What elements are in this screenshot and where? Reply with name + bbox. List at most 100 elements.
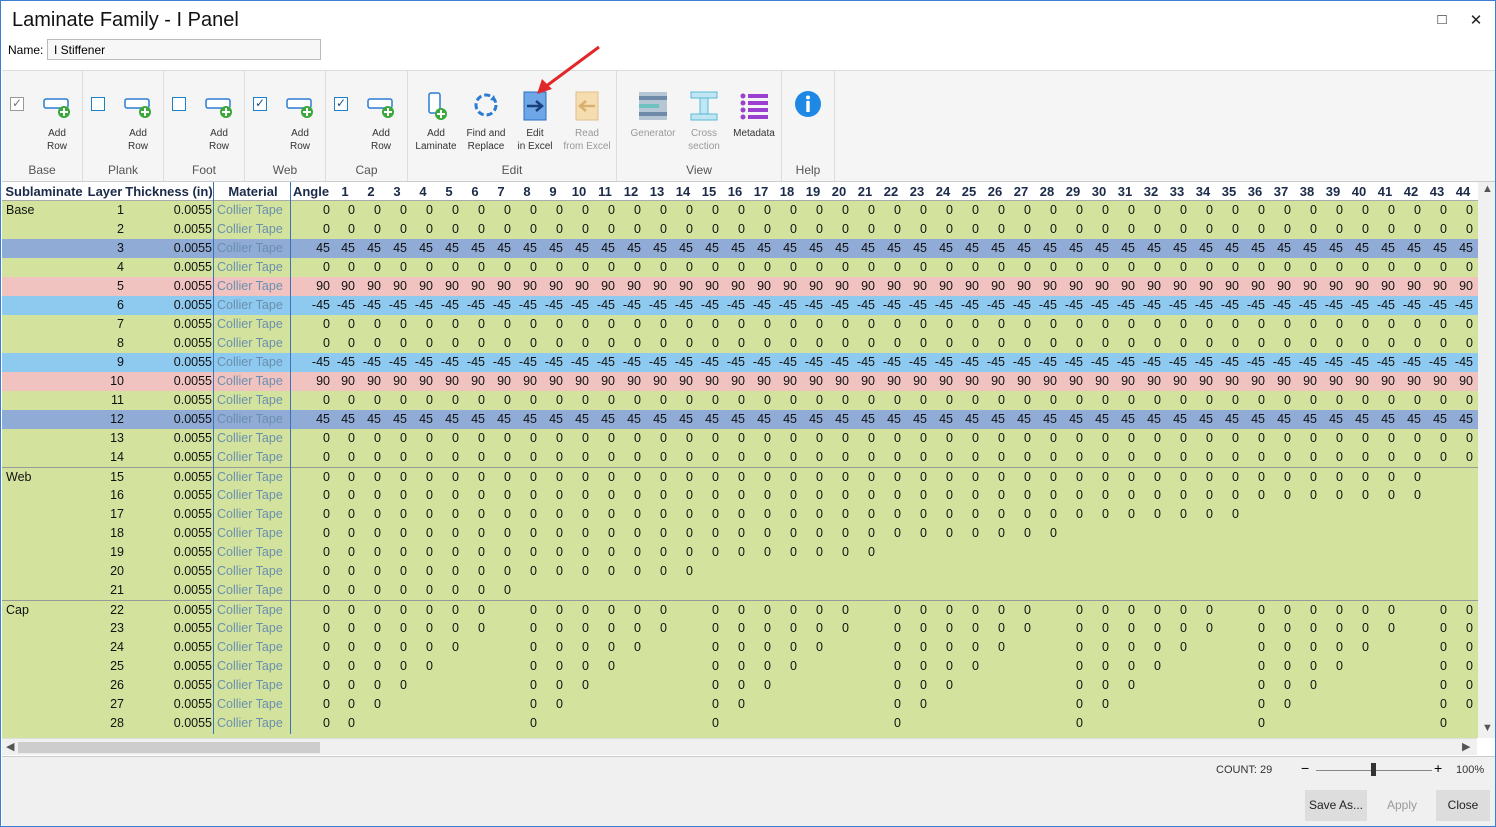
header-ply-36[interactable]: 36 <box>1242 182 1268 201</box>
ply-cell[interactable]: 45 <box>800 410 823 429</box>
ply-cell[interactable]: 0 <box>1242 676 1265 695</box>
header-ply-25[interactable]: 25 <box>956 182 982 201</box>
ply-cell[interactable]: 0 <box>878 334 901 353</box>
material-cell[interactable]: Collier Tape <box>217 410 292 429</box>
angle-cell[interactable]: 0 <box>292 391 330 410</box>
ply-cell[interactable]: -45 <box>696 296 719 315</box>
ply-cell[interactable]: 0 <box>1242 448 1265 467</box>
ply-cell[interactable]: 45 <box>644 239 667 258</box>
ply-cell[interactable]: 90 <box>722 277 745 296</box>
ply-cell[interactable]: 0 <box>1190 391 1213 410</box>
ply-cell[interactable]: 0 <box>1164 201 1187 220</box>
ply-cell[interactable]: 45 <box>826 239 849 258</box>
ply-cell[interactable]: 0 <box>566 486 589 505</box>
ply-cell[interactable]: 45 <box>1424 410 1447 429</box>
ply-cell[interactable]: 0 <box>722 429 745 448</box>
ply-cell[interactable]: 0 <box>1294 638 1317 657</box>
ply-cell[interactable]: 0 <box>1164 619 1187 638</box>
ply-cell[interactable]: 0 <box>826 619 849 638</box>
ply-cell[interactable]: 0 <box>1450 676 1473 695</box>
ply-cell[interactable]: 0 <box>1008 468 1031 487</box>
angle-cell[interactable]: 0 <box>292 505 330 524</box>
ply-cell[interactable]: 90 <box>1216 372 1239 391</box>
angle-cell[interactable]: -45 <box>292 353 330 372</box>
header-ply-11[interactable]: 11 <box>592 182 618 201</box>
ply-cell[interactable]: 45 <box>982 410 1005 429</box>
ply-cell[interactable]: 90 <box>514 372 537 391</box>
ply-cell[interactable]: 0 <box>852 315 875 334</box>
ply-cell[interactable]: 0 <box>852 258 875 277</box>
ply-cell[interactable]: -45 <box>1112 296 1135 315</box>
ply-cell[interactable]: 0 <box>904 220 927 239</box>
ply-cell[interactable]: 0 <box>1008 486 1031 505</box>
sublaminate-cell[interactable]: Web <box>6 468 86 487</box>
ply-cell[interactable]: 0 <box>722 258 745 277</box>
ply-cell[interactable]: 90 <box>1372 277 1395 296</box>
header-ply-37[interactable]: 37 <box>1268 182 1294 201</box>
ply-cell[interactable]: 0 <box>462 601 485 620</box>
ply-cell[interactable]: 0 <box>1320 601 1343 620</box>
ply-cell[interactable]: 0 <box>696 448 719 467</box>
ply-cell[interactable]: 0 <box>696 619 719 638</box>
ply-cell[interactable]: 0 <box>1164 391 1187 410</box>
base-add-row-button[interactable]: Add Row <box>29 91 85 153</box>
ply-cell[interactable]: 0 <box>1138 201 1161 220</box>
ply-cell[interactable]: 0 <box>982 315 1005 334</box>
ply-cell[interactable]: -45 <box>1008 296 1031 315</box>
ply-cell[interactable]: 0 <box>384 391 407 410</box>
thickness-cell[interactable]: 0.0055 <box>124 562 212 581</box>
ply-cell[interactable]: 0 <box>982 619 1005 638</box>
header-ply-6[interactable]: 6 <box>462 182 488 201</box>
layer-cell[interactable]: 22 <box>86 601 124 620</box>
header-ply-30[interactable]: 30 <box>1086 182 1112 201</box>
material-cell[interactable]: Collier Tape <box>217 315 292 334</box>
ply-cell[interactable]: 0 <box>436 581 459 600</box>
ply-cell[interactable]: 0 <box>540 505 563 524</box>
ply-cell[interactable]: 45 <box>1086 410 1109 429</box>
ply-cell[interactable]: -45 <box>1450 353 1473 372</box>
ply-cell[interactable]: 0 <box>644 505 667 524</box>
ply-cell[interactable]: 0 <box>1424 429 1447 448</box>
ply-cell[interactable]: 90 <box>930 277 953 296</box>
ply-cell[interactable]: 0 <box>1138 468 1161 487</box>
ply-cell[interactable]: 0 <box>774 315 797 334</box>
table-row[interactable]: 24 0.0055 Collier Tape 0 0 0 0 0 0 0 0 0 0 0 0 0 0 0 0 0 0 0 0… <box>2 638 1478 657</box>
add-laminate-button[interactable]: Add Laminate <box>408 91 464 153</box>
ply-cell[interactable]: 0 <box>566 315 589 334</box>
ply-cell[interactable]: 0 <box>514 258 537 277</box>
ply-cell[interactable]: 0 <box>1034 468 1057 487</box>
ply-cell[interactable]: 0 <box>462 220 485 239</box>
ply-cell[interactable]: 0 <box>1086 429 1109 448</box>
ply-cell[interactable]: 0 <box>930 448 953 467</box>
ply-cell[interactable]: 90 <box>1164 372 1187 391</box>
ply-cell[interactable]: 0 <box>748 486 771 505</box>
ply-cell[interactable]: 0 <box>774 486 797 505</box>
ply-cell[interactable]: 0 <box>1372 334 1395 353</box>
ply-cell[interactable]: 0 <box>670 315 693 334</box>
ply-cell[interactable]: 45 <box>930 239 953 258</box>
ply-cell[interactable]: 0 <box>1294 258 1317 277</box>
ply-cell[interactable]: 0 <box>878 695 901 714</box>
ply-cell[interactable]: 0 <box>1242 468 1265 487</box>
header-ply-43[interactable]: 43 <box>1424 182 1450 201</box>
header-ply-12[interactable]: 12 <box>618 182 644 201</box>
ply-cell[interactable]: 0 <box>332 258 355 277</box>
table-row[interactable]: 20 0.0055 Collier Tape 0 0 0 0 0 0 0 0 0 0 0 0 0 0 0 <box>2 562 1478 581</box>
ply-cell[interactable]: 45 <box>852 410 875 429</box>
ply-cell[interactable]: 0 <box>332 676 355 695</box>
ply-cell[interactable]: 0 <box>800 220 823 239</box>
ply-cell[interactable]: 0 <box>540 391 563 410</box>
ply-cell[interactable]: 0 <box>410 638 433 657</box>
ply-cell[interactable]: 0 <box>1164 429 1187 448</box>
material-cell[interactable]: Collier Tape <box>217 429 292 448</box>
ply-cell[interactable]: 0 <box>618 486 641 505</box>
ply-cell[interactable]: 0 <box>1320 429 1343 448</box>
ply-cell[interactable]: 90 <box>436 277 459 296</box>
ply-cell[interactable]: 0 <box>644 448 667 467</box>
ply-cell[interactable]: 0 <box>644 543 667 562</box>
ply-cell[interactable]: -45 <box>1216 353 1239 372</box>
ply-cell[interactable]: 45 <box>878 410 901 429</box>
ply-cell[interactable]: 90 <box>904 277 927 296</box>
ply-cell[interactable]: 0 <box>514 657 537 676</box>
ply-cell[interactable]: 0 <box>618 601 641 620</box>
